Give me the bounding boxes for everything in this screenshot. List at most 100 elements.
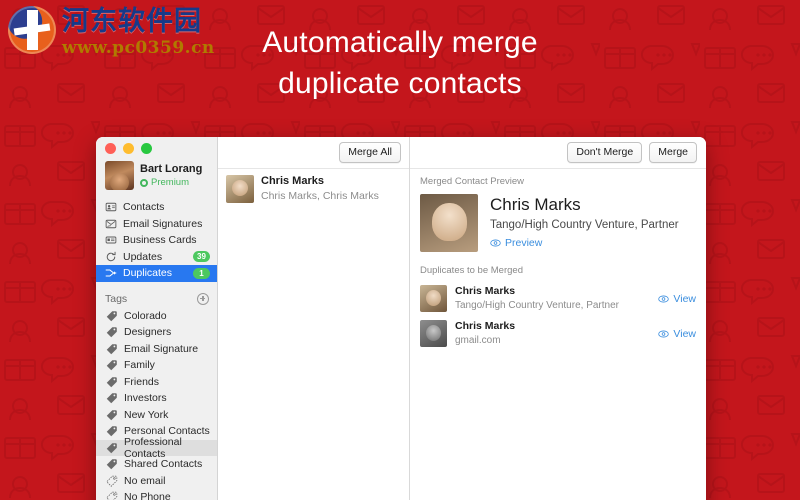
tag-icon bbox=[106, 426, 117, 437]
sidebar-tag-label: Designers bbox=[124, 326, 172, 339]
sidebar-item-label: Business Cards bbox=[123, 234, 197, 247]
eye-icon bbox=[658, 294, 670, 303]
view-link[interactable]: View bbox=[658, 328, 696, 340]
sidebar-nav: Contacts Email Signatures Business Cards Up… bbox=[96, 199, 217, 286]
merged-contact-name: Chris Marks bbox=[490, 195, 581, 214]
contact-thumbnail bbox=[420, 320, 447, 347]
sidebar-tag-email-signature[interactable]: Email Signature bbox=[96, 341, 217, 358]
account-header[interactable]: Bart Lorang Premium bbox=[96, 160, 217, 199]
merge-button[interactable]: Merge bbox=[649, 142, 697, 163]
tag-icon bbox=[106, 393, 117, 404]
table-row: Chris Marks Tango/High Country Venture, P… bbox=[420, 281, 696, 316]
contact-thumbnail bbox=[226, 175, 254, 204]
list-item-text: Chris Marks Chris Marks, Chris Marks bbox=[261, 175, 379, 203]
status-badge: Premium bbox=[140, 177, 202, 188]
sidebar-tag-professional-contacts[interactable]: Professional Contacts bbox=[96, 436, 217, 460]
zoom-button[interactable] bbox=[141, 143, 152, 154]
premium-icon bbox=[140, 178, 148, 187]
sidebar-item-label: Duplicates bbox=[123, 267, 173, 280]
merged-preview-label: Merged Contact Preview bbox=[420, 176, 525, 187]
sidebar-tag-label: Professional Contacts bbox=[124, 435, 182, 460]
dont-merge-button[interactable]: Don't Merge bbox=[567, 142, 643, 163]
preview-link[interactable]: Preview bbox=[490, 237, 542, 249]
sidebar-tag-no-phone[interactable]: No Phone bbox=[96, 489, 217, 500]
account-name: Bart Lorang bbox=[140, 162, 203, 175]
account-info: Bart Lorang Premium bbox=[140, 163, 202, 188]
sidebar-tag-investors[interactable]: Investors bbox=[96, 390, 217, 407]
sidebar-tag-family[interactable]: Family bbox=[96, 357, 217, 374]
page-title: Automatically merge duplicate contacts bbox=[0, 22, 800, 105]
sidebar-tag-shared-contacts[interactable]: Shared Contacts bbox=[96, 456, 217, 473]
merge-arrow-icon bbox=[105, 269, 117, 277]
duplicates-list-panel: Merge All Chris Marks Chris Marks, Chris … bbox=[218, 137, 410, 500]
tag-outline-icon bbox=[106, 492, 118, 500]
sidebar-tag-new-york[interactable]: New York bbox=[96, 407, 217, 424]
sidebar-tag-label: Colorado bbox=[124, 309, 167, 322]
sidebar-item-contacts[interactable]: Contacts bbox=[96, 199, 217, 216]
tag-icon bbox=[106, 442, 117, 453]
sidebar-tag-colorado[interactable]: Colorado bbox=[96, 308, 217, 325]
sidebar-item-label: Contacts bbox=[123, 201, 165, 214]
add-circle-icon[interactable] bbox=[197, 292, 209, 305]
sidebar-item-label: Email Signatures bbox=[123, 217, 203, 230]
minimize-button[interactable] bbox=[123, 143, 134, 154]
email-signature-icon bbox=[105, 219, 117, 228]
sidebar-item-email-signatures[interactable]: Email Signatures bbox=[96, 216, 217, 233]
list-item[interactable]: Chris Marks Chris Marks, Chris Marks bbox=[218, 169, 409, 209]
duplicate-groups-list: Chris Marks Chris Marks, Chris Marks bbox=[218, 169, 409, 209]
merged-contact-org: Tango/High Country Venture, Partner bbox=[490, 219, 679, 232]
sidebar-tag-label: Shared Contacts bbox=[124, 458, 203, 471]
sidebar: Bart Lorang Premium Contacts Email Signat… bbox=[96, 137, 218, 500]
tag-icon bbox=[106, 459, 117, 470]
list-toolbar: Merge All bbox=[218, 137, 409, 169]
screenshot-stage: 河东软件园 www.pc0359.cn Automatically merge … bbox=[0, 0, 800, 500]
view-link-label: View bbox=[673, 292, 696, 305]
close-button[interactable] bbox=[105, 143, 116, 154]
merge-all-button[interactable]: Merge All bbox=[339, 142, 401, 163]
preview-link-label: Preview bbox=[505, 237, 543, 250]
sidebar-tag-label: New York bbox=[124, 408, 169, 421]
tag-icon bbox=[106, 409, 117, 420]
account-plan-label: Premium bbox=[151, 177, 190, 189]
tag-icon bbox=[106, 343, 117, 354]
refresh-icon bbox=[106, 251, 116, 261]
window-controls bbox=[96, 137, 217, 160]
sidebar-tag-designers[interactable]: Designers bbox=[96, 324, 217, 341]
tag-icon bbox=[106, 360, 117, 371]
sidebar-item-business-cards[interactable]: Business Cards bbox=[96, 232, 217, 249]
duplicate-contact-subtitle: Tango/High Country Venture, Partner bbox=[455, 299, 619, 311]
sidebar-tag-label: Email Signature bbox=[124, 342, 199, 355]
duplicate-contact-name: Chris Marks bbox=[455, 285, 516, 298]
sidebar-tag-friends[interactable]: Friends bbox=[96, 374, 217, 391]
sidebar-tag-no-email[interactable]: No email bbox=[96, 473, 217, 490]
duplicates-to-merge-list: Chris Marks Tango/High Country Venture, P… bbox=[410, 281, 706, 351]
view-link-label: View bbox=[673, 327, 696, 340]
table-row-text: Chris Marks gmail.com bbox=[455, 320, 650, 347]
tags-section-header: Tags bbox=[96, 286, 217, 308]
contact-thumbnail bbox=[420, 285, 447, 312]
sidebar-tag-label: No Phone bbox=[124, 491, 171, 500]
table-row: Chris Marks gmail.com View bbox=[420, 316, 696, 351]
tag-list: Colorado Designers Email Signature Family Fr… bbox=[96, 308, 217, 500]
eye-icon bbox=[490, 239, 501, 247]
merged-contact-photo bbox=[420, 194, 478, 252]
sidebar-item-updates[interactable]: Updates 39 bbox=[96, 249, 217, 266]
headline-line-1: Automatically merge bbox=[262, 26, 538, 59]
tag-icon bbox=[106, 327, 117, 338]
sidebar-tag-label: Friends bbox=[124, 375, 160, 388]
duplicate-contact-name: Chris Marks bbox=[455, 320, 516, 333]
sidebar-tag-label: Investors bbox=[124, 392, 167, 405]
merged-contact-preview: Chris Marks Tango/High Country Venture, … bbox=[410, 192, 706, 258]
business-card-icon bbox=[105, 236, 117, 244]
sidebar-item-label: Updates bbox=[123, 250, 163, 263]
duplicate-contact-subtitle: gmail.com bbox=[455, 334, 501, 346]
sidebar-tag-label: Family bbox=[124, 359, 155, 372]
sidebar-item-duplicates[interactable]: Duplicates 1 bbox=[96, 265, 217, 282]
app-window: Bart Lorang Premium Contacts Email Signat… bbox=[96, 137, 706, 500]
tag-icon bbox=[106, 376, 117, 387]
list-item-name: Chris Marks bbox=[261, 175, 324, 187]
table-row-text: Chris Marks Tango/High Country Venture, P… bbox=[455, 285, 650, 312]
eye-icon bbox=[658, 329, 670, 338]
tags-section-title: Tags bbox=[105, 292, 128, 305]
view-link[interactable]: View bbox=[658, 293, 696, 305]
